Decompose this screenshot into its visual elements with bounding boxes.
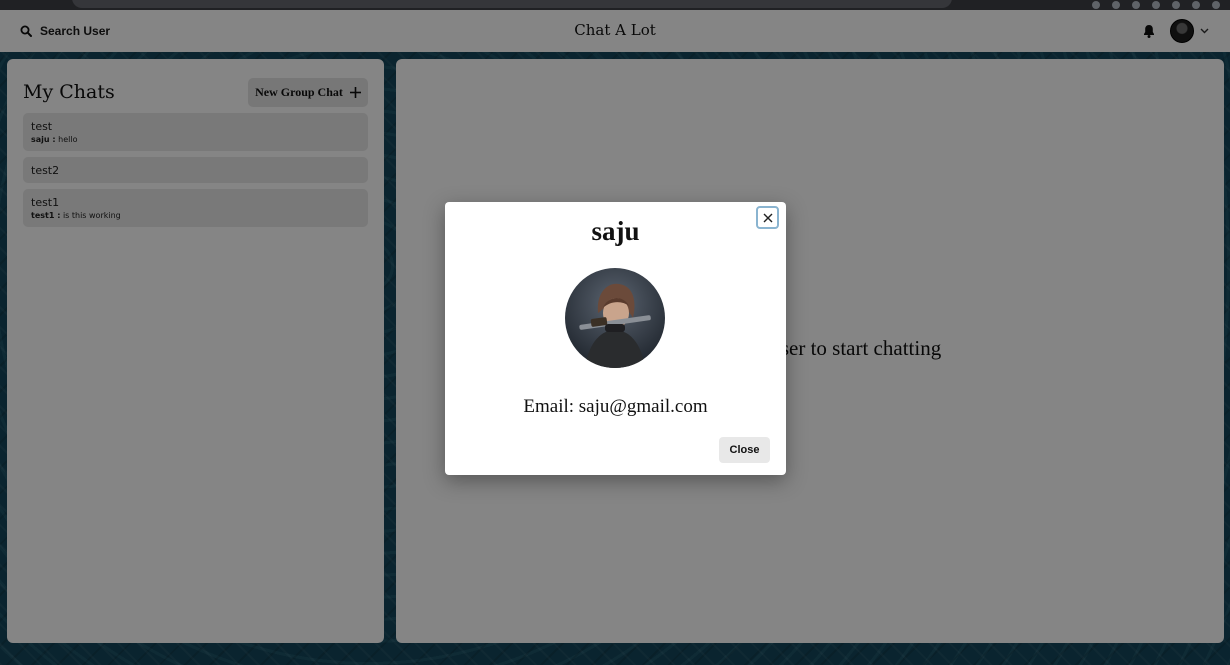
browser-extension-icons bbox=[1092, 1, 1220, 9]
address-bar[interactable] bbox=[72, 0, 952, 8]
profile-picture bbox=[565, 268, 665, 368]
profile-modal: saju Email: saju@gmail.com Close bbox=[445, 202, 786, 475]
browser-toolbar bbox=[0, 0, 1230, 10]
close-button[interactable]: Close bbox=[719, 437, 770, 463]
modal-title: saju bbox=[591, 216, 640, 246]
close-icon[interactable] bbox=[756, 206, 779, 229]
profile-email: Email: saju@gmail.com bbox=[523, 396, 708, 417]
